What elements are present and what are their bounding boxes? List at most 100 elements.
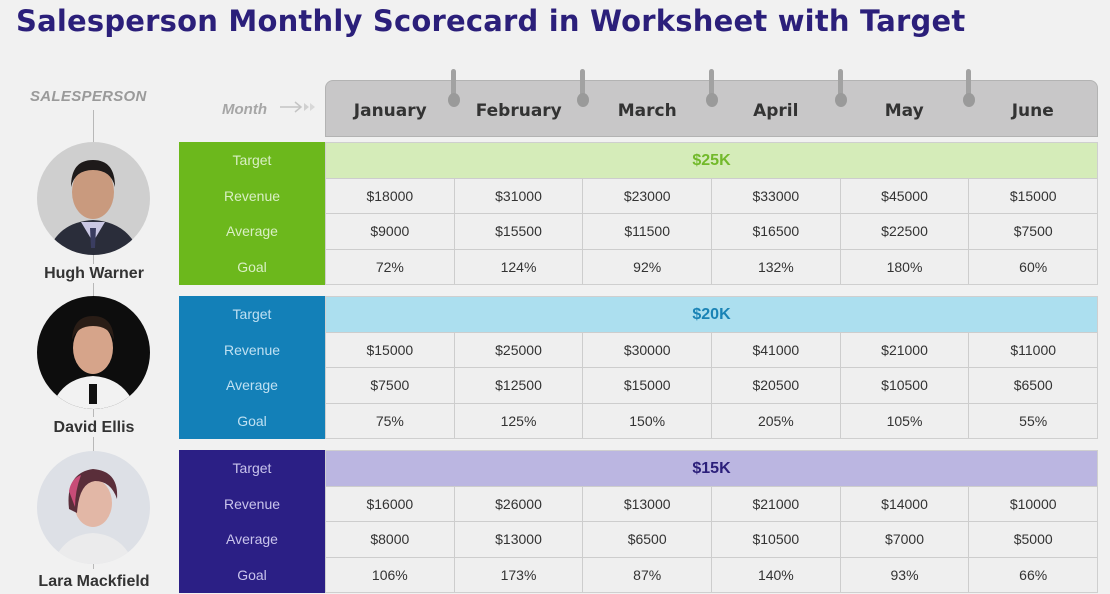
average-cell: $10500 <box>839 368 969 403</box>
row-labels-panel: Target Revenue Average Goal <box>179 450 325 593</box>
month-header-april: April <box>753 100 799 121</box>
goal-cell: 55% <box>968 403 1097 438</box>
revenue-cell: $25000 <box>453 333 583 368</box>
goal-cell: 140% <box>711 557 840 592</box>
revenue-cell: $41000 <box>711 333 840 368</box>
scorecard-block: Target Revenue Average Goal $25K $18000 $31000… <box>179 142 1098 285</box>
goal-cell: 205% <box>711 403 840 438</box>
goal-cell: 124% <box>453 249 583 284</box>
goal-row: 72% 124% 92% 132% 180% 60% <box>326 248 1097 284</box>
goal-cell: 75% <box>375 412 404 429</box>
target-value: $25K <box>326 143 1097 178</box>
row-label: Average <box>226 531 278 548</box>
row-labels-panel: Target Revenue Average Goal <box>179 142 325 285</box>
goal-row: 106% 173% 87% 140% 93% 66% <box>326 556 1097 592</box>
connector-line <box>93 409 94 417</box>
connector-line <box>93 437 94 451</box>
average-row: $9000 $15500 $11500 $16500 $22500 $7500 <box>326 213 1097 249</box>
average-cell: $20500 <box>711 368 840 403</box>
revenue-cell: $10000 <box>968 487 1097 522</box>
goal-cell: 66% <box>968 557 1097 592</box>
average-cell: $5000 <box>968 522 1097 557</box>
scorecard-grid: $25K $18000 $31000 $23000 $33000 $45000 $15000… <box>325 142 1098 285</box>
revenue-cell: $14000 <box>839 487 969 522</box>
goal-cell: 180% <box>839 249 969 284</box>
goal-row: 75% 125% 150% 205% 105% 55% <box>326 402 1097 438</box>
revenue-cell: $33000 <box>711 179 840 214</box>
average-cell: $16500 <box>711 214 840 249</box>
goal-cell: 92% <box>582 249 711 284</box>
goal-cell: 93% <box>839 557 969 592</box>
goal-cell: 72% <box>375 258 404 275</box>
goal-cell: 173% <box>453 557 583 592</box>
average-cell: $12500 <box>453 368 583 403</box>
target-value: $20K <box>326 297 1097 332</box>
month-header-january: January <box>353 100 427 121</box>
double-arrow-right-icon <box>280 100 316 118</box>
row-label: Target <box>232 459 272 476</box>
target-value: $15K <box>326 451 1097 486</box>
revenue-cell: $31000 <box>453 179 583 214</box>
goal-cell: 150% <box>582 403 711 438</box>
average-cell: $8000 <box>370 531 410 548</box>
connector-line <box>93 283 94 297</box>
average-row: $8000 $13000 $6500 $10500 $7000 $5000 <box>326 521 1097 557</box>
avatar-hugh-warner <box>37 142 150 255</box>
goal-cell: 132% <box>711 249 840 284</box>
goal-cell: 60% <box>968 249 1097 284</box>
revenue-cell: $16000 <box>366 496 414 513</box>
average-cell: $9000 <box>370 223 410 240</box>
revenue-cell: $13000 <box>582 487 711 522</box>
salesperson-name: Lara Mackfield <box>38 573 150 590</box>
revenue-row: $18000 $31000 $23000 $33000 $45000 $15000 <box>326 178 1097 214</box>
row-label: Goal <box>237 259 267 276</box>
goal-cell: 125% <box>453 403 583 438</box>
goal-cell: 106% <box>371 566 408 583</box>
scorecard-block: Target Revenue Average Goal $15K $16000 $26000… <box>179 450 1098 593</box>
row-label: Goal <box>237 567 267 584</box>
average-cell: $7500 <box>968 214 1097 249</box>
revenue-row: $15000 $25000 $30000 $41000 $21000 $11000 <box>326 332 1097 368</box>
avatar-david-ellis <box>37 296 150 409</box>
row-label: Average <box>226 377 278 394</box>
average-cell: $7500 <box>370 377 410 394</box>
revenue-cell: $21000 <box>839 333 969 368</box>
month-header-february: February <box>475 100 562 121</box>
page-title: Salesperson Monthly Scorecard in Workshe… <box>16 4 966 38</box>
revenue-cell: $45000 <box>839 179 969 214</box>
revenue-cell: $15000 <box>968 179 1097 214</box>
salesperson-name: Hugh Warner <box>44 265 144 282</box>
scorecard-grid: $20K $15000 $25000 $30000 $41000 $21000 $11000… <box>325 296 1098 439</box>
average-cell: $13000 <box>453 522 583 557</box>
row-label: Revenue <box>223 495 281 512</box>
average-cell: $6500 <box>582 522 711 557</box>
month-axis-label: Month <box>222 101 267 118</box>
row-label: Revenue <box>223 187 281 204</box>
revenue-cell: $15000 <box>366 342 414 359</box>
average-cell: $7000 <box>839 522 969 557</box>
salesperson-name: David Ellis <box>53 419 135 436</box>
revenue-cell: $11000 <box>968 333 1097 368</box>
row-label: Average <box>226 223 278 240</box>
connector-line <box>93 110 94 142</box>
revenue-cell: $30000 <box>582 333 711 368</box>
month-header-june: June <box>1011 100 1054 121</box>
avatar-lara-mackfield <box>37 451 150 564</box>
revenue-cell: $23000 <box>582 179 711 214</box>
average-row: $7500 $12500 $15000 $20500 $10500 $6500 <box>326 367 1097 403</box>
month-header-may: May <box>884 100 924 121</box>
goal-cell: 87% <box>582 557 711 592</box>
goal-cell: 105% <box>839 403 969 438</box>
average-cell: $11500 <box>582 214 711 249</box>
average-cell: $15500 <box>453 214 583 249</box>
row-label: Goal <box>237 413 267 430</box>
row-label: Target <box>232 151 272 168</box>
month-header-march: March <box>617 100 677 121</box>
connector-line <box>93 254 94 264</box>
scorecard-grid: $15K $16000 $26000 $13000 $21000 $14000 $10000… <box>325 450 1098 593</box>
average-cell: $22500 <box>839 214 969 249</box>
row-label: Revenue <box>223 341 281 358</box>
revenue-row: $16000 $26000 $13000 $21000 $14000 $10000 <box>326 486 1097 522</box>
average-cell: $10500 <box>711 522 840 557</box>
revenue-cell: $26000 <box>453 487 583 522</box>
